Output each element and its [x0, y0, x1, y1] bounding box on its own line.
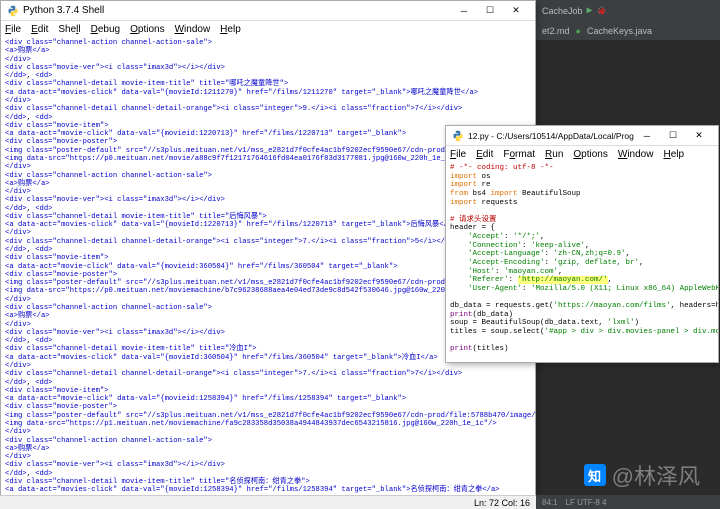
- editor-menubar[interactable]: File Edit Format Run Options Window Help: [446, 146, 718, 162]
- watermark-text: @林泽风: [612, 459, 700, 491]
- maximize-button[interactable]: ☐: [660, 127, 686, 145]
- ide-cursor: 84:1: [542, 498, 558, 507]
- ide-tab[interactable]: et2.md: [542, 26, 570, 36]
- editor-code[interactable]: # -*- coding: utf-8 -*- import os import…: [446, 162, 718, 362]
- menu-help[interactable]: Help: [663, 149, 684, 160]
- menu-window[interactable]: Window: [618, 149, 654, 160]
- python-editor-window: 12.py - C:/Users/10514/AppData/Local/Pro…: [445, 125, 719, 363]
- ide-tab[interactable]: CacheKeys.java: [587, 26, 652, 36]
- watermark: 知 @林泽风: [584, 459, 700, 491]
- menu-format[interactable]: Format: [503, 149, 535, 160]
- maximize-button[interactable]: ☐: [477, 2, 503, 20]
- menu-help[interactable]: Help: [220, 24, 241, 35]
- ide-tabs: et2.md ● CacheKeys.java: [536, 22, 720, 40]
- menu-run[interactable]: Run: [545, 149, 563, 160]
- shell-menubar[interactable]: File Edit Shell Debug Options Window Hel…: [1, 21, 535, 37]
- menu-shell[interactable]: Shell: [58, 24, 80, 35]
- close-button[interactable]: ✕: [686, 127, 712, 145]
- close-button[interactable]: ✕: [503, 2, 529, 20]
- python-icon: [7, 5, 19, 17]
- shell-statusbar: Ln: 72 Col: 16: [0, 495, 536, 509]
- debug-icon[interactable]: 🐞: [597, 6, 607, 16]
- menu-window[interactable]: Window: [175, 24, 211, 35]
- python-icon: [452, 130, 464, 142]
- menu-options[interactable]: Options: [130, 24, 164, 35]
- editor-titlebar[interactable]: 12.py - C:/Users/10514/AppData/Local/Pro…: [446, 126, 718, 146]
- menu-options[interactable]: Options: [573, 149, 607, 160]
- menu-debug[interactable]: Debug: [91, 24, 120, 35]
- ide-toolbar: CacheJob ▶ 🐞: [536, 0, 720, 22]
- cursor-position: Ln: 72 Col: 16: [474, 498, 530, 508]
- menu-edit[interactable]: Edit: [31, 24, 48, 35]
- minimize-button[interactable]: ─: [451, 2, 477, 20]
- menu-file[interactable]: File: [450, 149, 466, 160]
- menu-edit[interactable]: Edit: [476, 149, 493, 160]
- zhihu-icon: 知: [584, 464, 606, 486]
- menu-file[interactable]: File: [5, 24, 21, 35]
- ide-run-config[interactable]: CacheJob: [542, 6, 583, 16]
- minimize-button[interactable]: ─: [634, 127, 660, 145]
- editor-title: 12.py - C:/Users/10514/AppData/Local/Pro…: [468, 131, 634, 141]
- shell-titlebar[interactable]: Python 3.7.4 Shell ─ ☐ ✕: [1, 1, 535, 21]
- ide-statusbar: 84:1 LF UTF-8 4: [536, 495, 720, 509]
- run-icon[interactable]: ▶: [587, 5, 593, 17]
- ide-encoding: LF UTF-8 4: [566, 498, 607, 507]
- shell-title: Python 3.7.4 Shell: [23, 5, 104, 16]
